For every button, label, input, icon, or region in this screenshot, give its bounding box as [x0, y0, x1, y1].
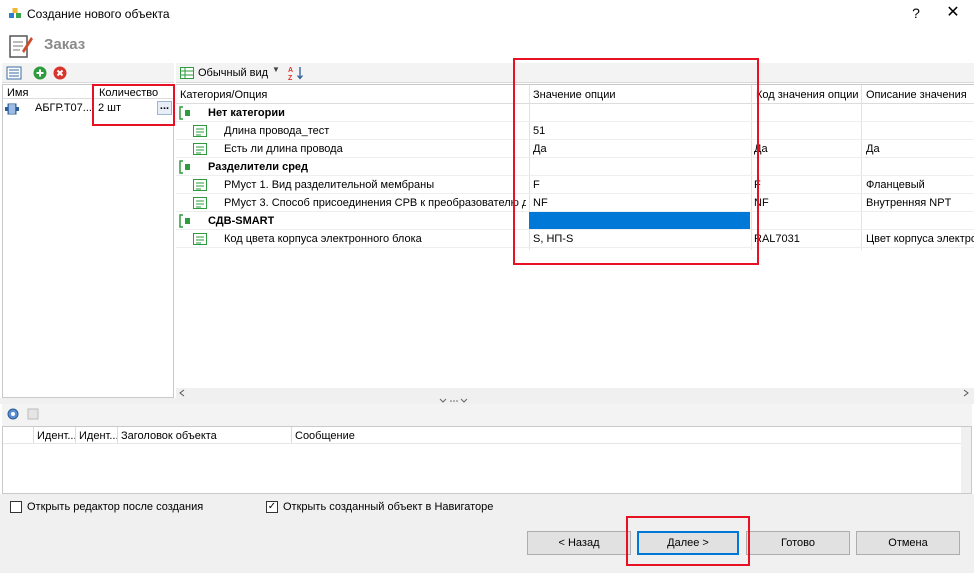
category-row[interactable]: Разделители сред [176, 158, 974, 176]
category-label: Разделители сред [208, 161, 309, 173]
title-bar: Создание нового объекта ? ✕ [0, 0, 974, 27]
option-label: РМуст 1. Вид разделительной мембраны [224, 179, 435, 191]
option-icon [193, 125, 207, 137]
app-icon [9, 8, 21, 18]
category-icon [179, 214, 190, 228]
cancel-button[interactable]: Отмена [856, 531, 960, 555]
category-icon [179, 160, 190, 174]
open-navigator-label: Открыть созданный объект в Навигаторе [283, 501, 494, 513]
option-icon [193, 143, 207, 155]
quantity-field[interactable]: 2 шт [98, 102, 121, 114]
open-editor-label: Открыть редактор после создания [27, 501, 204, 513]
column-identifier-1[interactable]: Идент... [37, 430, 77, 442]
option-description: Цвет корпуса электронн [866, 233, 974, 245]
option-row[interactable]: Длина провода_тест 51 [176, 122, 974, 140]
category-label: Нет категории [208, 107, 285, 119]
sensor-icon [5, 103, 19, 115]
option-label: Длина провода_тест [224, 125, 330, 137]
window-title: Создание нового объекта [27, 7, 170, 21]
column-value-description[interactable]: Описание значения [866, 89, 967, 101]
column-quantity[interactable]: Количество [99, 87, 158, 99]
export-icon[interactable] [26, 407, 40, 421]
back-button[interactable]: < Назад [527, 531, 631, 555]
category-row[interactable]: Нет категории [176, 104, 974, 122]
open-editor-checkbox[interactable] [10, 501, 22, 513]
messages-toolbar [2, 404, 972, 426]
option-value[interactable]: Да [533, 143, 547, 155]
option-description: Внутренняя NPT [866, 197, 952, 209]
grid-view-icon [180, 67, 194, 79]
option-icon [193, 197, 207, 209]
view-mode-button[interactable]: Обычный вид [180, 65, 268, 81]
option-icon [193, 233, 207, 245]
properties-toolbar: Обычный вид ▼ A Z [176, 63, 974, 83]
option-code: Да [754, 143, 768, 155]
open-navigator-checkbox[interactable]: ✓ [266, 501, 278, 513]
option-icon [193, 179, 207, 191]
category-icon [179, 106, 190, 120]
page-title: Заказ [44, 36, 86, 53]
scroll-right-icon[interactable] [962, 389, 970, 397]
option-description: Да [866, 143, 880, 155]
column-category-option[interactable]: Категория/Опция [180, 89, 267, 101]
option-value[interactable]: NF [533, 197, 548, 209]
messages-grid: Идент... Идент... Заголовок объекта Сооб… [2, 426, 972, 494]
refresh-icon[interactable] [6, 407, 20, 421]
svg-text:A: A [288, 67, 293, 74]
finish-button[interactable]: Готово [746, 531, 850, 555]
category-label: СДВ-SMART [208, 215, 275, 227]
option-value[interactable]: 51 [533, 125, 545, 137]
table-row[interactable]: АБГР.Т07... 2 шт ... [3, 100, 173, 118]
properties-grid: Категория/Опция Значение опции Код значе… [176, 84, 974, 398]
list-view-icon[interactable] [6, 65, 22, 81]
column-option-value[interactable]: Значение опции [533, 89, 616, 101]
sort-alphabetical-icon[interactable]: A Z [288, 65, 304, 81]
view-mode-label: Обычный вид [198, 67, 269, 79]
option-description: Фланцевый [866, 179, 925, 191]
option-value[interactable]: S, НП-S [533, 233, 573, 245]
add-icon[interactable] [32, 65, 48, 81]
help-button[interactable]: ? [904, 2, 928, 24]
column-object-title[interactable]: Заголовок объекта [121, 430, 217, 442]
page-header: Заказ [0, 27, 974, 63]
vertical-scrollbar[interactable] [961, 427, 971, 493]
close-button[interactable]: ✕ [938, 2, 968, 24]
column-identifier-2[interactable]: Идент... [79, 430, 119, 442]
open-navigator-option[interactable]: ✓ Открыть созданный объект в Навигаторе [266, 501, 493, 513]
option-code: NF [754, 197, 769, 209]
option-label: РМуст 3. Способ присоединения СРВ к прео… [224, 197, 526, 209]
option-code: F [754, 179, 761, 191]
objects-grid: Имя Количество АБГР.Т07... 2 шт ... [2, 84, 174, 398]
option-row[interactable]: Есть ли длина провода Да Да Да [176, 140, 974, 158]
objects-grid-header: Имя Количество [3, 85, 173, 99]
option-row[interactable]: Код цвета корпуса электронного блока S, … [176, 230, 974, 248]
option-label: Есть ли длина провода [224, 143, 343, 155]
chevron-down-icon[interactable]: ▼ [272, 65, 280, 74]
option-row[interactable]: РМуст 3. Способ присоединения СРВ к прео… [176, 194, 974, 212]
column-name[interactable]: Имя [7, 87, 28, 99]
quantity-ellipsis-button[interactable]: ... [157, 101, 172, 115]
category-row[interactable]: СДВ-SMART [176, 212, 974, 230]
scroll-left-icon[interactable] [178, 389, 186, 397]
selected-value-cell[interactable] [529, 212, 750, 229]
next-button[interactable]: Далее > [637, 531, 739, 555]
delete-icon[interactable] [52, 65, 68, 81]
objects-toolbar [2, 63, 174, 83]
option-label: Код цвета корпуса электронного блока [224, 233, 422, 245]
option-code: RAL7031 [754, 233, 800, 245]
svg-text:Z: Z [288, 75, 293, 81]
horizontal-scrollbar[interactable] [176, 388, 974, 398]
option-row[interactable]: РМуст 1. Вид разделительной мембраны F F… [176, 176, 974, 194]
open-editor-option[interactable]: Открыть редактор после создания [10, 501, 203, 513]
column-message[interactable]: Сообщение [295, 430, 355, 442]
option-value[interactable]: F [533, 179, 540, 191]
properties-grid-header: Категория/Опция Значение опции Код значе… [176, 85, 974, 104]
object-name: АБГР.Т07... [35, 102, 91, 114]
column-value-code[interactable]: Код значения опции [756, 89, 859, 101]
order-document-icon [9, 35, 33, 58]
